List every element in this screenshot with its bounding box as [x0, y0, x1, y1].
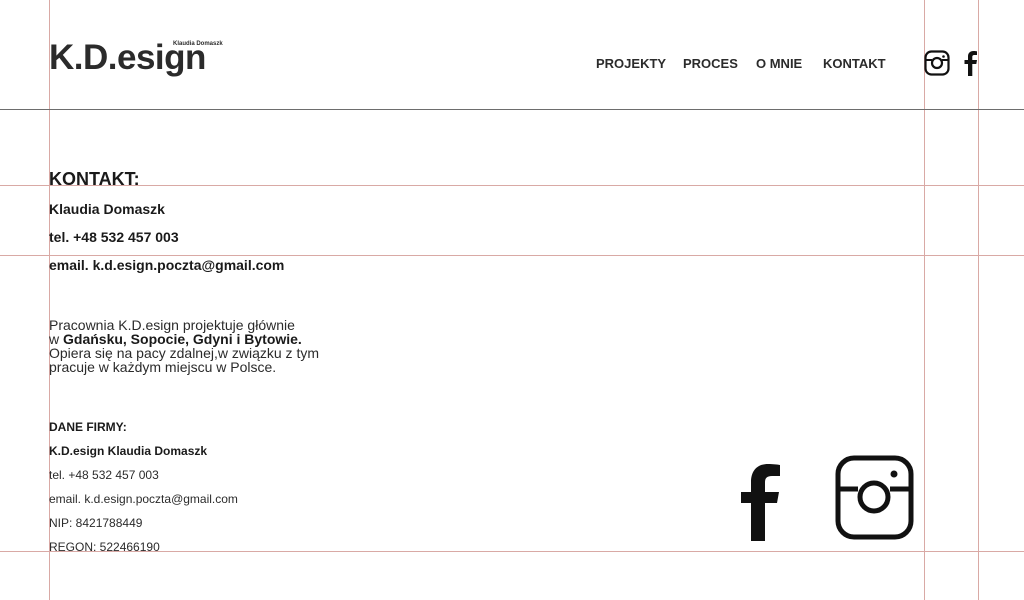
guide-line: [924, 0, 925, 600]
company-regon: REGON: 522466190: [49, 540, 160, 554]
company-name: K.D.esign Klaudia Domaszk: [49, 444, 208, 458]
about-line: Opiera się na pacy zdalnej,w związku z t…: [49, 345, 319, 361]
contact-name: Klaudia Domaszk: [49, 201, 165, 217]
nav-kontakt[interactable]: KONTAKT: [823, 57, 886, 71]
guide-line: [978, 0, 979, 600]
nav-proces[interactable]: PROCES: [683, 57, 738, 71]
contact-title: KONTAKT:: [49, 169, 140, 189]
nav-o-mnie[interactable]: O MNIE: [756, 57, 802, 71]
company-label: DANE FIRMY:: [49, 420, 127, 434]
contact-email[interactable]: email. k.d.esign.poczta@gmail.com: [49, 257, 284, 273]
about-line: pracuje w każdym miejscu w Polsce.: [49, 359, 277, 375]
facebook-icon[interactable]: [963, 50, 979, 76]
facebook-icon[interactable]: [727, 450, 797, 550]
instagram-icon[interactable]: [834, 454, 916, 540]
logo-subtitle: Klaudia Domaszk: [173, 41, 223, 47]
guide-line: [0, 255, 1024, 256]
header-divider: [0, 109, 1024, 110]
about-text: Pracownia K.D.esign projektuje głównie w…: [49, 318, 369, 374]
guide-line: [49, 0, 50, 600]
about-line: Pracownia K.D.esign projektuje głównie: [49, 317, 295, 333]
instagram-icon[interactable]: [924, 50, 950, 76]
company-phone[interactable]: tel. +48 532 457 003: [49, 468, 159, 482]
about-line: w Gdańsku, Sopocie, Gdyni i Bytowie.: [49, 332, 369, 346]
company-nip: NIP: 8421788449: [49, 516, 143, 530]
contact-phone[interactable]: tel. +48 532 457 003: [49, 229, 179, 245]
nav-projekty[interactable]: PROJEKTY: [596, 57, 666, 71]
guide-line: [0, 185, 1024, 186]
company-email[interactable]: email. k.d.esign.poczta@gmail.com: [49, 492, 238, 506]
